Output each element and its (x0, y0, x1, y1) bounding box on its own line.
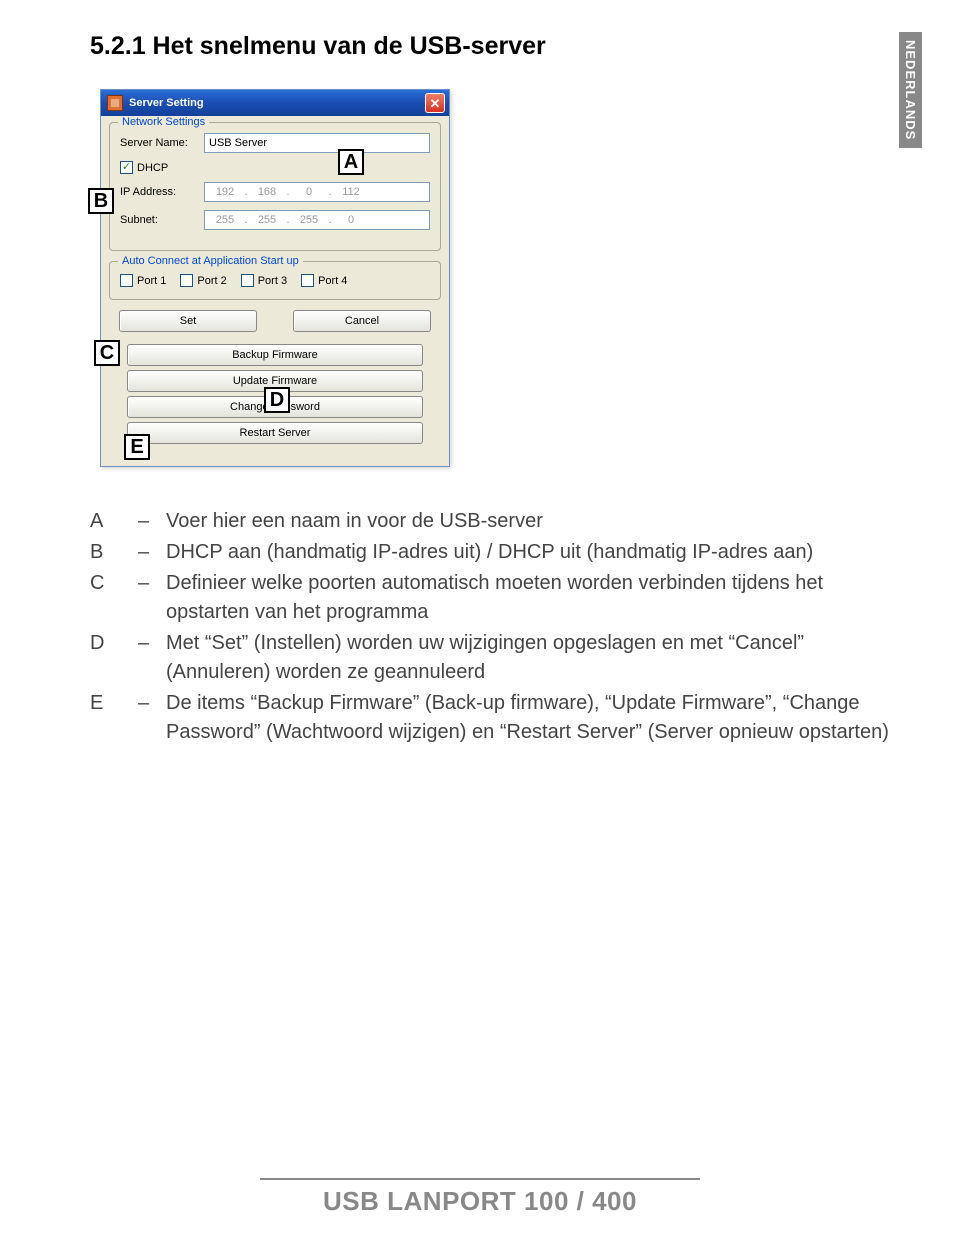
port3-label: Port 3 (258, 275, 287, 287)
auto-connect-group: Auto Connect at Application Start up Por… (109, 261, 441, 300)
footer-divider (260, 1178, 700, 1180)
page-footer: USB LANPORT 100 / 400 (0, 1178, 960, 1217)
desc-text-b: DHCP aan (handmatig IP-adres uit) / DHCP… (166, 538, 890, 567)
dhcp-checkbox[interactable]: ✓ (120, 161, 133, 174)
backup-firmware-button[interactable]: Backup Firmware (127, 344, 423, 366)
port3-checkbox[interactable] (241, 274, 254, 287)
port4-checkbox[interactable] (301, 274, 314, 287)
desc-key-b: B (90, 538, 138, 567)
cancel-button[interactable]: Cancel (293, 310, 431, 332)
server-name-input[interactable] (204, 133, 430, 153)
port2-checkbox[interactable] (180, 274, 193, 287)
close-icon: ✕ (430, 97, 441, 110)
set-button[interactable]: Set (119, 310, 257, 332)
callout-b: B (88, 188, 114, 214)
network-settings-group: Network Settings Server Name: ✓ DHCP IP … (109, 122, 441, 251)
description-list: A – Voer hier een naam in voor de USB-se… (90, 507, 890, 747)
page-heading: 5.2.1 Het snelmenu van de USB-server (90, 32, 890, 61)
callout-c: C (94, 340, 120, 366)
footer-text: USB LANPORT 100 / 400 (323, 1186, 637, 1216)
port4-label: Port 4 (318, 275, 347, 287)
subnet-input[interactable]: 255. 255. 255. 0 (204, 210, 430, 230)
port2-label: Port 2 (197, 275, 226, 287)
desc-text-a: Voer hier een naam in voor de USB-server (166, 507, 890, 536)
callout-e: E (124, 434, 150, 460)
language-tab: NEDERLANDS (899, 32, 922, 148)
app-icon (107, 95, 123, 111)
desc-key-e: E (90, 689, 138, 747)
desc-key-c: C (90, 569, 138, 627)
desc-key-d: D (90, 629, 138, 687)
dhcp-label: DHCP (137, 162, 168, 174)
restart-server-button[interactable]: Restart Server (127, 422, 423, 444)
desc-text-e: De items “Backup Firmware” (Back-up firm… (166, 689, 890, 747)
callout-d: D (264, 387, 290, 413)
titlebar: Server Setting ✕ (101, 90, 449, 116)
desc-text-d: Met “Set” (Instellen) worden uw wijzigin… (166, 629, 890, 687)
auto-connect-legend: Auto Connect at Application Start up (118, 255, 303, 267)
subnet-label: Subnet: (120, 214, 198, 226)
desc-text-c: Definieer welke poorten automatisch moet… (166, 569, 890, 627)
port1-label: Port 1 (137, 275, 166, 287)
ip-address-label: IP Address: (120, 186, 198, 198)
close-button[interactable]: ✕ (425, 93, 445, 113)
desc-key-a: A (90, 507, 138, 536)
server-name-label: Server Name: (120, 137, 198, 149)
callout-a: A (338, 149, 364, 175)
port1-checkbox[interactable] (120, 274, 133, 287)
ip-address-input[interactable]: 192. 168. 0. 112 (204, 182, 430, 202)
network-legend: Network Settings (118, 116, 209, 128)
dialog-title: Server Setting (129, 97, 425, 109)
